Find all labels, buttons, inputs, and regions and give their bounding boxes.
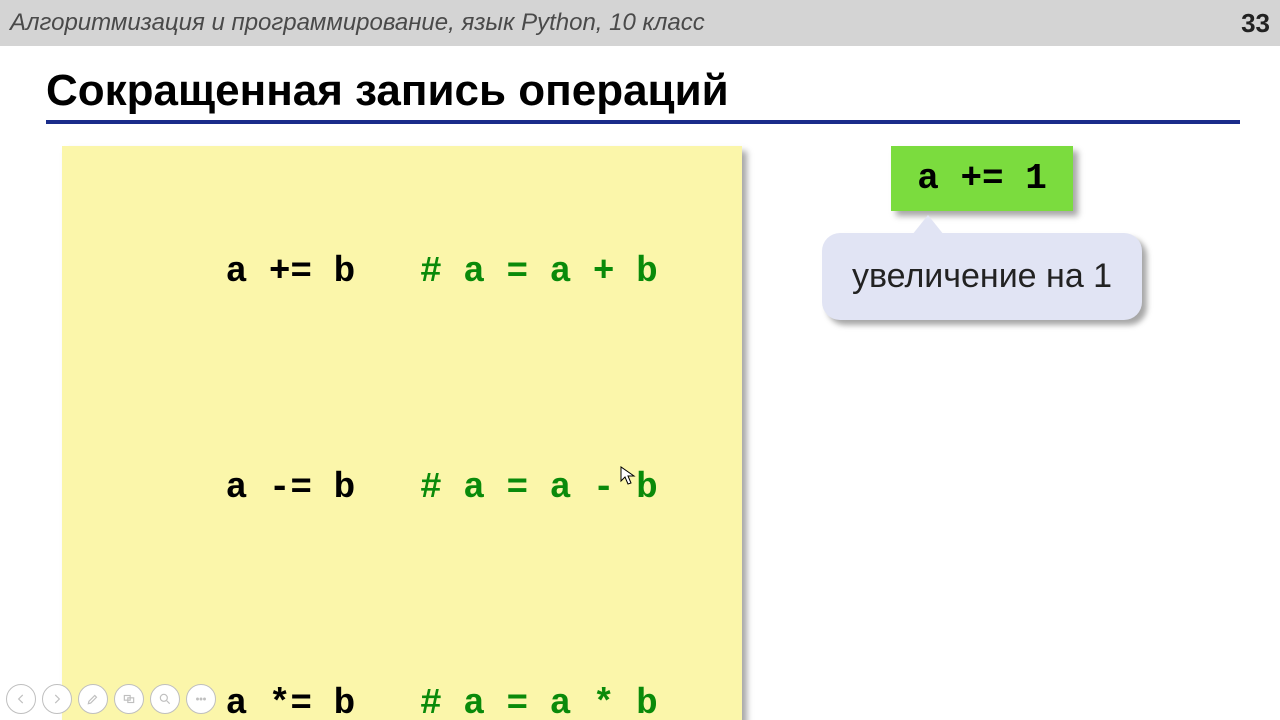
screens-icon [122,692,136,706]
code-line: a -= b # a = a - b [96,380,702,596]
code-line: a += b # a = a + b [96,164,702,380]
presentation-toolbar [6,684,216,714]
code-comment: # a = a + b [420,251,658,292]
code-part: a *= b [226,683,356,720]
zoom-button[interactable] [150,684,180,714]
side-column: a += 1 увеличение на 1 [822,146,1142,320]
code-part: a += b [226,251,356,292]
prev-button[interactable] [6,684,36,714]
callout-text: увеличение на 1 [822,233,1142,320]
next-button[interactable] [42,684,72,714]
snippet-box: a += 1 [891,146,1073,211]
code-box: a += b # a = a + b a -= b # a = a - b a … [62,146,742,720]
chevron-left-icon [14,692,28,706]
course-title: Алгоритмизация и программирование, язык … [10,9,705,37]
pen-icon [86,692,100,706]
screens-button[interactable] [114,684,144,714]
title-underline [46,120,1240,124]
pen-button[interactable] [78,684,108,714]
page-number: 33 [1241,8,1270,39]
slide-title: Сокращенная запись операций [46,66,1280,116]
more-button[interactable] [186,684,216,714]
slide-header: Алгоритмизация и программирование, язык … [0,0,1280,46]
code-part: a -= b [226,467,356,508]
chevron-right-icon [50,692,64,706]
code-comment: # a = a - b [420,467,658,508]
slide-content: a += b # a = a + b a -= b # a = a - b a … [0,146,1280,720]
zoom-icon [158,692,172,706]
code-comment: # a = a * b [420,683,658,720]
callout-wrap: увеличение на 1 [822,233,1142,320]
more-icon [194,692,208,706]
